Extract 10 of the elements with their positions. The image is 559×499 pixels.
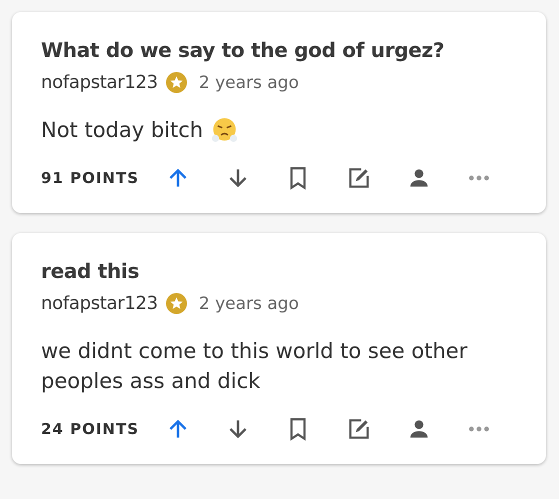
post-title: read this <box>41 259 140 283</box>
post-body: Not today bitch <box>41 117 204 144</box>
post-title: What do we say to the god of urgez? <box>41 38 446 62</box>
author-name[interactable]: nofapstar123 <box>41 72 158 93</box>
author-name[interactable]: nofapstar123 <box>41 293 158 314</box>
points-count: 24 POINTS <box>41 420 140 438</box>
post-body: we didnt come to this world to see other peoples ass and dick <box>41 338 468 395</box>
post-time: 2 years ago <box>198 294 299 314</box>
points-count: 91 POINTS <box>41 169 140 187</box>
post-time: 2 years ago <box>198 72 299 92</box>
